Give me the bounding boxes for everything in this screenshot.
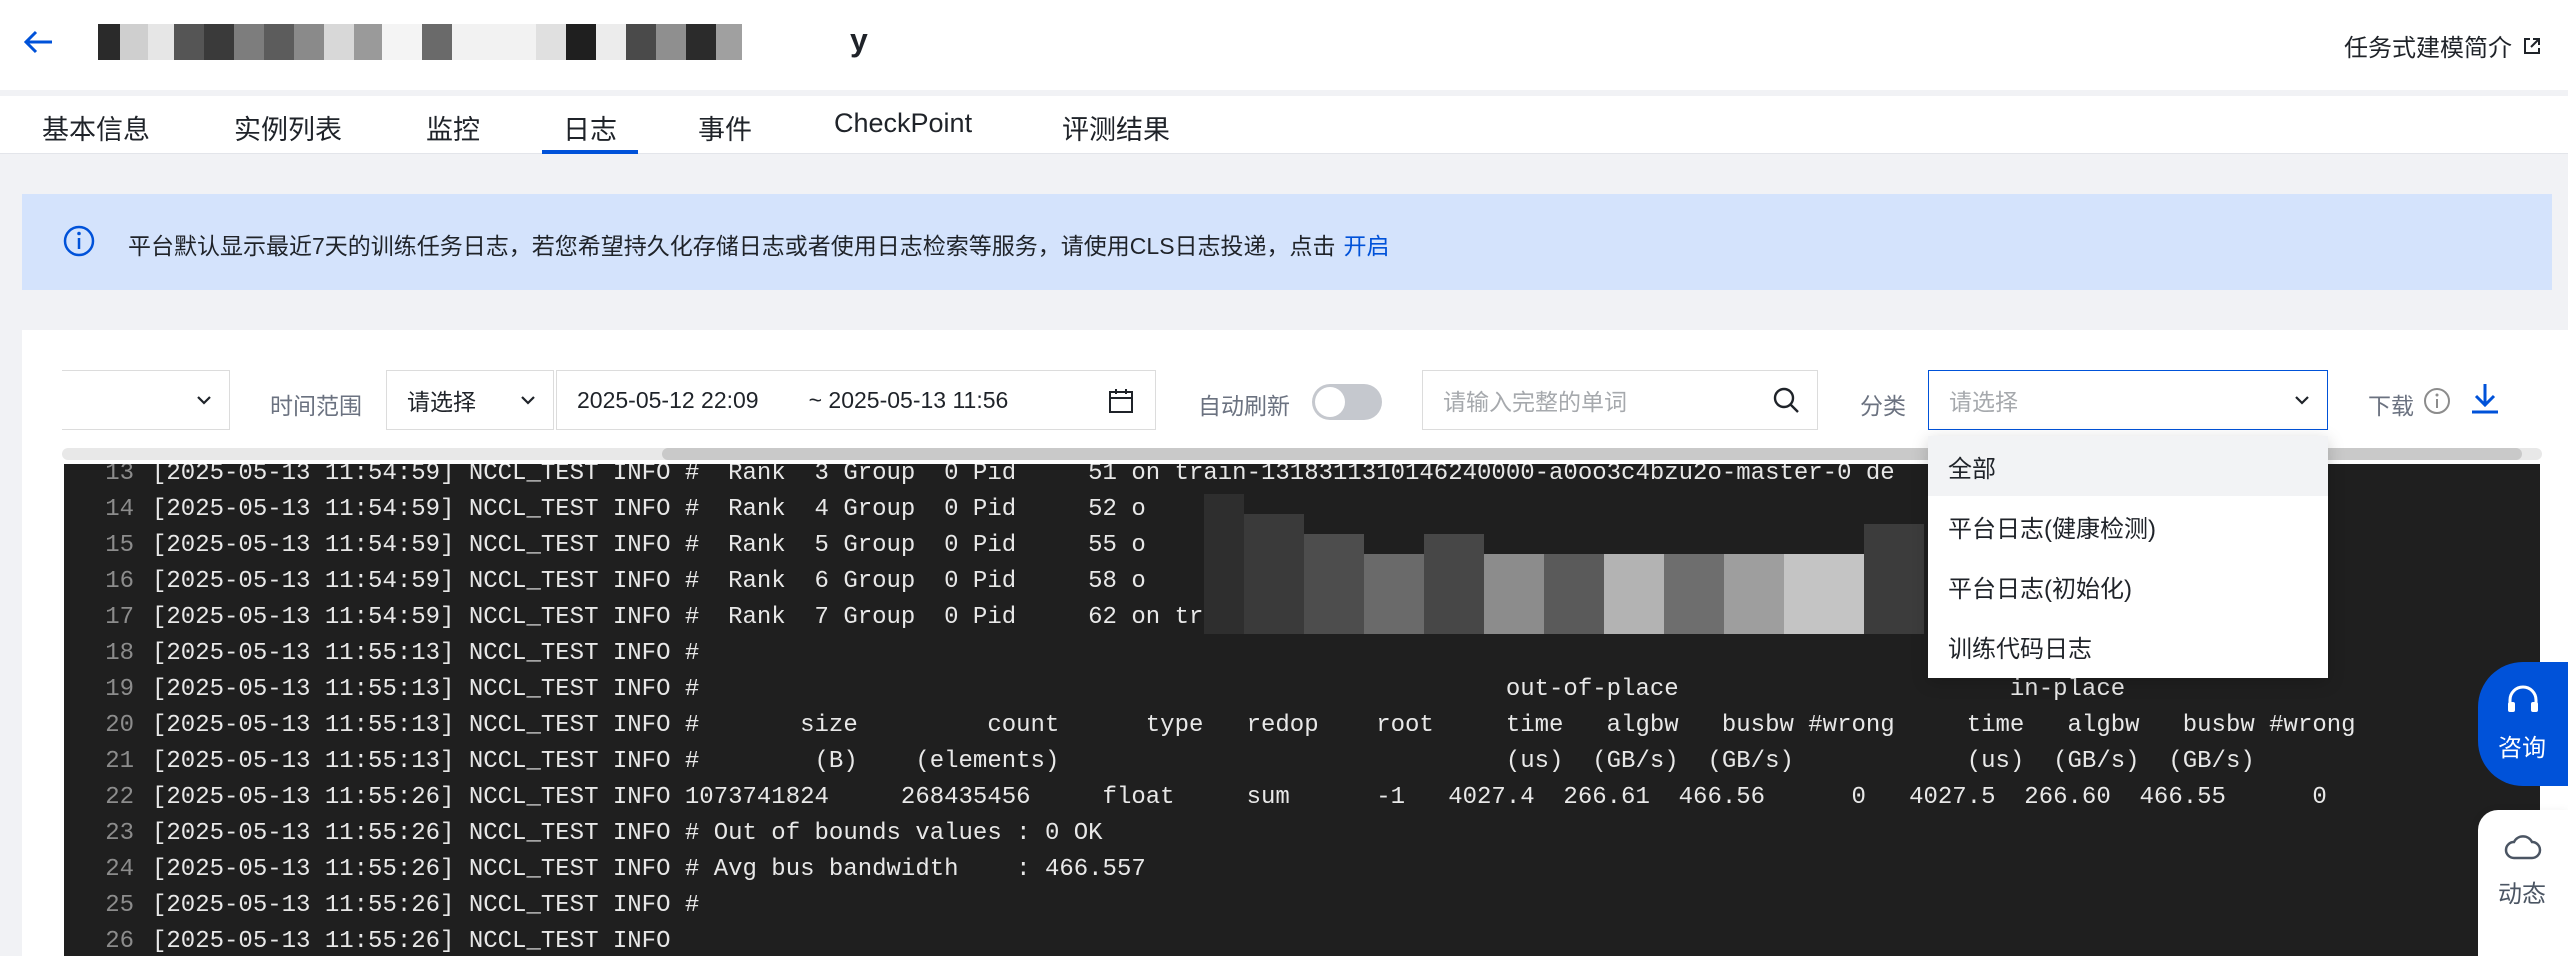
- log-line: 18 [2025-05-13 11:55:13] NCCL_TEST INFO #: [64, 640, 699, 676]
- log-text: [2025-05-13 11:54:59] NCCL_TEST INFO # R…: [152, 496, 1146, 523]
- log-text: [2025-05-13 11:54:59] NCCL_TEST INFO # R…: [152, 532, 1146, 559]
- start-time: 2025-05-12 22:09: [577, 386, 759, 413]
- top-bar: y 任务式建模简介: [0, 0, 2568, 90]
- line-number: 20: [105, 712, 134, 739]
- log-line: 26 [2025-05-13 11:55:26] NCCL_TEST INFO: [64, 928, 670, 956]
- time-range-select-value: 请选择: [407, 389, 476, 415]
- search-input[interactable]: 请输入完整的单词: [1422, 370, 1818, 430]
- tab-monitoring[interactable]: 监控: [426, 108, 480, 154]
- calendar-icon: [1109, 389, 1133, 413]
- redacted-region: [1204, 494, 1964, 634]
- auto-refresh-toggle[interactable]: [1312, 384, 1382, 420]
- line-number: 17: [105, 604, 134, 631]
- back-arrow-icon[interactable]: [18, 22, 58, 62]
- log-line: 25 [2025-05-13 11:55:26] NCCL_TEST INFO #: [64, 892, 699, 928]
- line-number: 19: [105, 676, 134, 703]
- category-placeholder: 请选择: [1949, 389, 2018, 415]
- category-option-all[interactable]: 全部: [1928, 436, 2328, 496]
- instance-select[interactable]: [62, 370, 230, 430]
- chevron-down-icon: [521, 396, 535, 405]
- toggle-knob: [1315, 387, 1345, 417]
- download-label: 下载: [2368, 393, 2414, 419]
- log-text: [2025-05-13 11:54:59] NCCL_TEST INFO # R…: [152, 568, 1146, 595]
- headset-icon: [2508, 685, 2538, 712]
- category-option-init[interactable]: 平台日志(初始化): [1928, 556, 2328, 616]
- line-number: 15: [105, 532, 134, 559]
- category-label: 分类: [1860, 393, 1906, 419]
- log-text: [2025-05-13 11:55:26] NCCL_TEST INFO 107…: [152, 784, 2327, 811]
- log-line: 13 [2025-05-13 11:54:59] NCCL_TEST INFO #…: [64, 464, 1895, 496]
- line-number: 22: [105, 784, 134, 811]
- dynamic-label: 动态: [2498, 881, 2546, 908]
- log-text: [2025-05-13 11:55:26] NCCL_TEST INFO # A…: [152, 856, 1146, 883]
- log-line: 24 [2025-05-13 11:55:26] NCCL_TEST INFO #…: [64, 856, 1146, 892]
- tab-logs[interactable]: 日志: [542, 108, 638, 154]
- line-number: 26: [105, 928, 134, 955]
- date-range-picker[interactable]: 2025-05-12 22:09 ~ 2025-05-13 11:56: [556, 370, 1156, 430]
- enable-cls-link[interactable]: 开启: [1344, 233, 1390, 259]
- time-range-label: 时间范围: [270, 393, 362, 419]
- log-line: 23 [2025-05-13 11:55:26] NCCL_TEST INFO #…: [64, 820, 1103, 856]
- log-line: 19 [2025-05-13 11:55:13] NCCL_TEST INFO #…: [64, 676, 2125, 712]
- consult-label: 咨询: [2498, 735, 2546, 762]
- log-text: [2025-05-13 11:54:59] NCCL_TEST INFO # R…: [152, 604, 1204, 631]
- end-time: ~ 2025-05-13 11:56: [808, 386, 1009, 413]
- info-circle-icon: [2424, 388, 2450, 414]
- line-number: 23: [105, 820, 134, 847]
- page-title-suffix: y: [850, 22, 868, 58]
- log-text: [2025-05-13 11:55:26] NCCL_TEST INFO #: [152, 892, 700, 919]
- log-text: [2025-05-13 11:55:13] NCCL_TEST INFO # s…: [152, 712, 2356, 739]
- intro-link[interactable]: 任务式建模简介: [2344, 28, 2542, 63]
- tab-checkpoint[interactable]: CheckPoint: [834, 108, 972, 154]
- log-line: 20 [2025-05-13 11:55:13] NCCL_TEST INFO #…: [64, 712, 2356, 748]
- tab-basic-info[interactable]: 基本信息: [42, 108, 150, 154]
- search-placeholder: 请输入完整的单词: [1443, 389, 1627, 415]
- line-number: 16: [105, 568, 134, 595]
- chevron-down-icon: [197, 396, 211, 405]
- log-line: 17 [2025-05-13 11:54:59] NCCL_TEST INFO #…: [64, 604, 1203, 640]
- chevron-down-icon: [2295, 396, 2309, 405]
- log-text: [2025-05-13 11:55:13] NCCL_TEST INFO # o…: [152, 676, 2126, 703]
- cloud-icon: [2504, 835, 2542, 860]
- category-select[interactable]: 请选择: [1928, 370, 2328, 430]
- log-line: 21 [2025-05-13 11:55:13] NCCL_TEST INFO #…: [64, 748, 2255, 784]
- category-option-training-code[interactable]: 训练代码日志: [1928, 616, 2328, 676]
- line-number: 24: [105, 856, 134, 883]
- tab-bar: 基本信息 实例列表 监控 日志 事件 CheckPoint 评测结果: [0, 96, 2568, 154]
- download-icon[interactable]: [2468, 380, 2502, 416]
- line-number: 13: [105, 464, 134, 487]
- log-text: [2025-05-13 11:54:59] NCCL_TEST INFO # R…: [152, 464, 1895, 487]
- line-number: 21: [105, 748, 134, 775]
- intro-link-label: 任务式建模简介: [2344, 35, 2512, 62]
- log-text: [2025-05-13 11:55:26] NCCL_TEST INFO # O…: [152, 820, 1103, 847]
- line-number: 25: [105, 892, 134, 919]
- log-line: 22 [2025-05-13 11:55:26] NCCL_TEST INFO 1…: [64, 784, 2327, 820]
- category-dropdown: 全部 平台日志(健康检测) 平台日志(初始化) 训练代码日志: [1928, 436, 2328, 678]
- info-notice: 平台默认显示最近7天的训练任务日志，若您希望持久化存储日志或者使用日志检索等服务…: [22, 194, 2552, 290]
- log-line: 15 [2025-05-13 11:54:59] NCCL_TEST INFO #…: [64, 532, 1146, 568]
- log-text: [2025-05-13 11:55:13] NCCL_TEST INFO #: [152, 640, 700, 667]
- tab-events[interactable]: 事件: [698, 108, 752, 154]
- external-link-icon: [2524, 37, 2540, 54]
- tab-instance-list[interactable]: 实例列表: [234, 108, 342, 154]
- category-option-health-check[interactable]: 平台日志(健康检测): [1928, 496, 2328, 556]
- notice-text-wrap: 平台默认显示最近7天的训练任务日志，若您希望持久化存储日志或者使用日志检索等服务…: [128, 227, 1390, 261]
- log-text: [2025-05-13 11:55:26] NCCL_TEST INFO: [152, 928, 671, 955]
- search-icon[interactable]: [1771, 385, 1801, 415]
- tab-eval-results[interactable]: 评测结果: [1062, 108, 1170, 154]
- consult-button[interactable]: 咨询: [2478, 662, 2568, 786]
- log-line: 14 [2025-05-13 11:54:59] NCCL_TEST INFO #…: [64, 496, 1146, 532]
- dynamic-button[interactable]: 动态: [2478, 810, 2568, 956]
- line-number: 18: [105, 640, 134, 667]
- page-title-redacted: [98, 24, 742, 60]
- notice-text: 平台默认显示最近7天的训练任务日志，若您希望持久化存储日志或者使用日志检索等服务…: [128, 233, 1336, 259]
- log-line: 16 [2025-05-13 11:54:59] NCCL_TEST INFO #…: [64, 568, 1146, 604]
- info-icon: [63, 225, 95, 257]
- line-number: 14: [105, 496, 134, 523]
- auto-refresh-label: 自动刷新: [1198, 393, 1290, 419]
- time-range-select[interactable]: 请选择: [386, 370, 554, 430]
- log-text: [2025-05-13 11:55:13] NCCL_TEST INFO # (…: [152, 748, 2255, 775]
